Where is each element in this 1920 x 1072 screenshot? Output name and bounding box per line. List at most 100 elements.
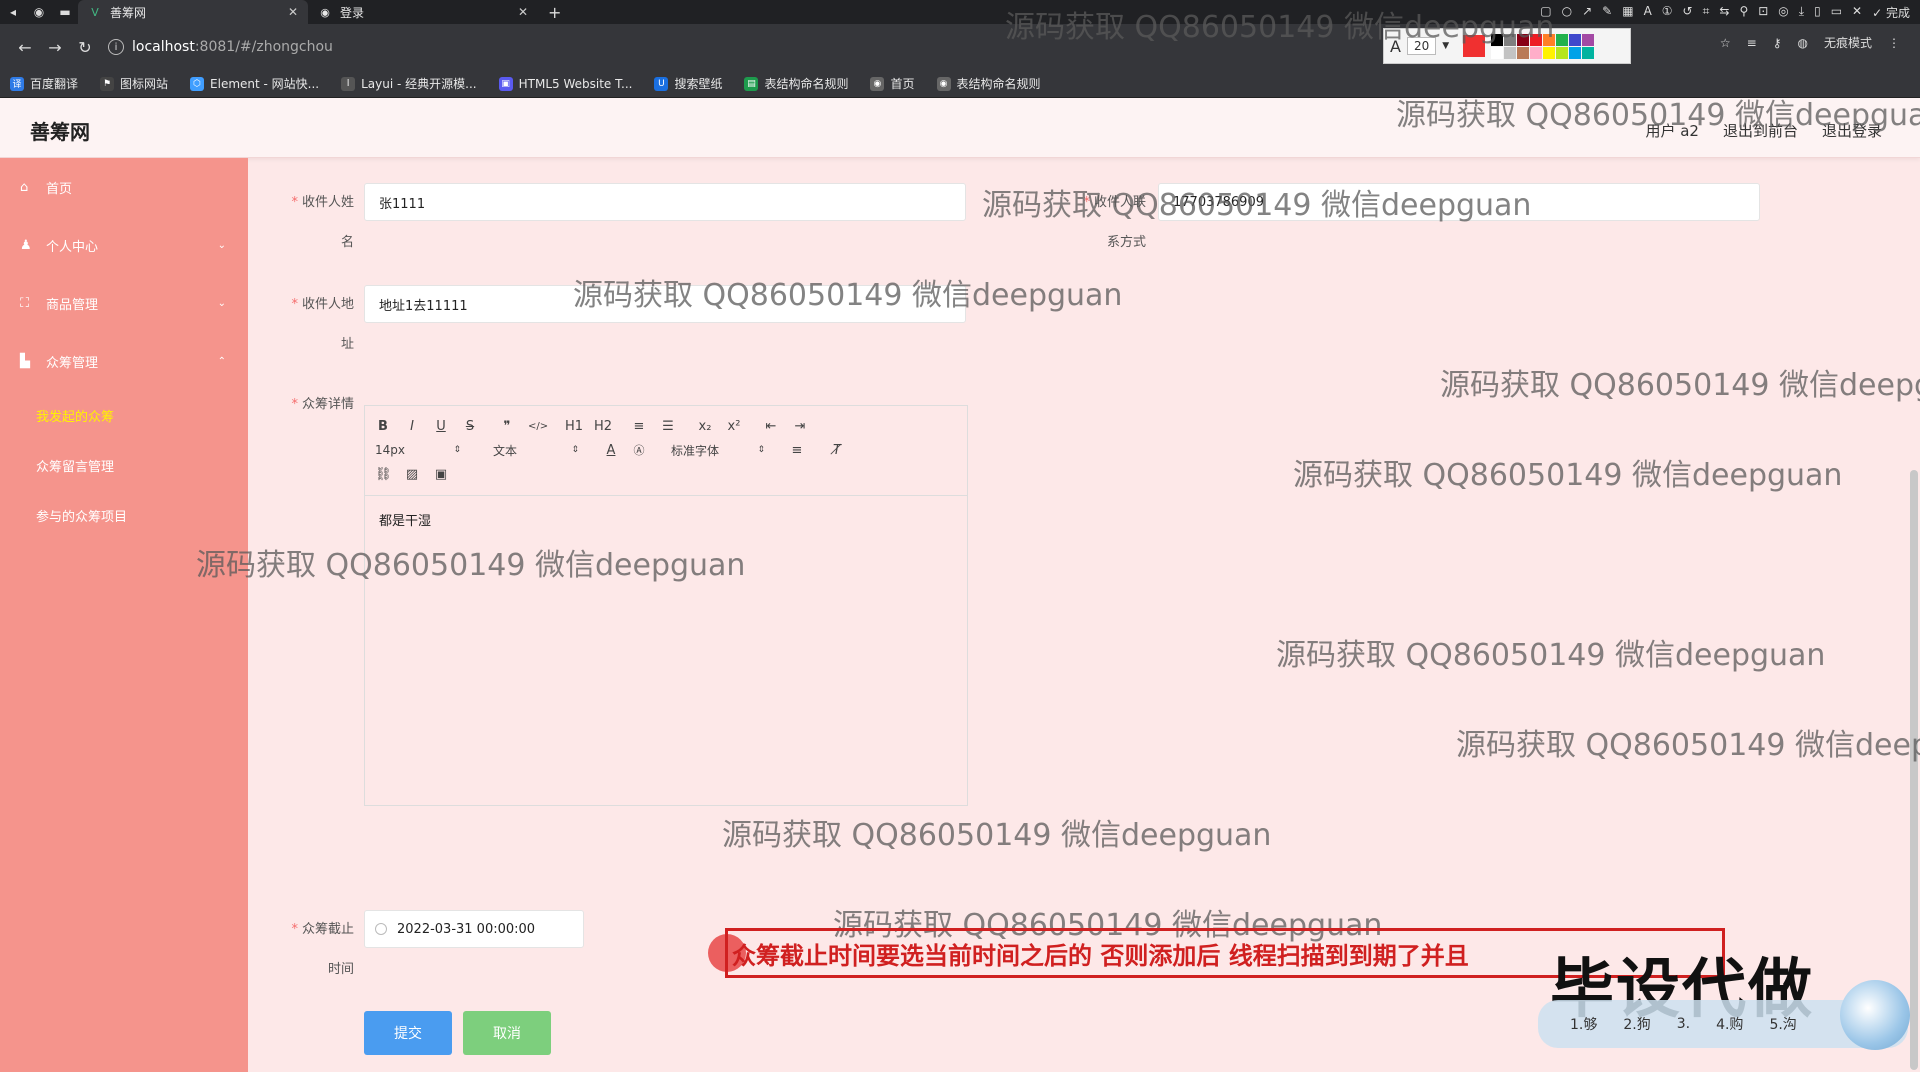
- align-icon[interactable]: ≡: [789, 443, 805, 458]
- circle-tool-icon[interactable]: ○: [1562, 4, 1572, 21]
- editor-content[interactable]: 都是干湿: [365, 496, 967, 543]
- image-icon[interactable]: ▨: [404, 467, 420, 482]
- background-color-icon[interactable]: Ⓐ: [631, 442, 647, 458]
- bookmark-item[interactable]: ⚑ 图标网站: [100, 75, 168, 92]
- page-scrollbar[interactable]: [1910, 470, 1918, 1070]
- bold-button[interactable]: B: [375, 419, 391, 434]
- done-button[interactable]: ✓ 完成: [1872, 4, 1910, 21]
- ime-candidate[interactable]: 2.狗: [1623, 1014, 1650, 1034]
- ime-candidate[interactable]: 1.够: [1570, 1014, 1597, 1034]
- crop-icon[interactable]: ⌗: [1703, 4, 1710, 21]
- number-tool-icon[interactable]: ①: [1662, 4, 1673, 21]
- italic-button[interactable]: I: [404, 419, 420, 434]
- tab-login[interactable]: ◉ 登录 ✕: [308, 0, 538, 24]
- bookmark-item[interactable]: ◉ 首页: [870, 75, 915, 92]
- info-icon[interactable]: i: [108, 39, 124, 55]
- contact-input[interactable]: 17703786909: [1158, 183, 1760, 221]
- header-2-button[interactable]: H2: [594, 419, 612, 434]
- font-family-select[interactable]: 标准字体 ⇕: [671, 442, 765, 459]
- undo-icon[interactable]: ↺: [1683, 4, 1693, 21]
- new-tab-icon[interactable]: +: [548, 3, 561, 22]
- bookmark-item[interactable]: l Layui - 经典开源模...: [341, 75, 477, 92]
- pin-icon[interactable]: ⚲: [1739, 4, 1748, 21]
- reload-icon[interactable]: ↻: [70, 38, 100, 57]
- ime-logo-icon: [1840, 980, 1910, 1050]
- sidebar-item-profile[interactable]: ♟ 个人中心 ⌄: [0, 216, 248, 274]
- code-block-button[interactable]: </>: [528, 421, 548, 432]
- video-icon[interactable]: ▣: [433, 467, 449, 482]
- bookmark-item[interactable]: ▣ HTML5 Website T...: [498, 76, 632, 91]
- close-icon[interactable]: ✕: [518, 5, 528, 19]
- back-icon[interactable]: ←: [10, 38, 40, 57]
- color-palette[interactable]: [1491, 33, 1595, 59]
- pen-tool-icon[interactable]: ✎: [1602, 4, 1612, 21]
- globe-icon[interactable]: ◉: [26, 0, 52, 24]
- sidebar-item-goods[interactable]: ⛶ 商品管理 ⌄: [0, 274, 248, 332]
- ime-candidate[interactable]: 3.: [1677, 1016, 1690, 1032]
- strike-button[interactable]: S: [462, 419, 478, 434]
- font-size-select[interactable]: 20: [1406, 37, 1437, 55]
- font-color-icon[interactable]: A: [603, 443, 619, 458]
- close-icon[interactable]: ✕: [1852, 4, 1862, 21]
- superscript-button[interactable]: x²: [726, 419, 742, 434]
- clear-format-icon[interactable]: T̸: [829, 443, 845, 458]
- mosaic-tool-icon[interactable]: ▦: [1622, 4, 1633, 21]
- bookmark-item[interactable]: ⬡ Element - 网站快...: [190, 75, 319, 92]
- deadline-datetime-picker[interactable]: 2022-03-31 00:00:00: [364, 910, 584, 948]
- bookmark-item[interactable]: ◉ 表结构命名规则: [936, 75, 1041, 92]
- arrow-tool-icon[interactable]: ↗: [1582, 4, 1592, 21]
- key-icon[interactable]: ⚷: [1773, 36, 1782, 50]
- menu-icon[interactable]: ⋮: [1888, 36, 1900, 50]
- forward-icon[interactable]: →: [40, 38, 70, 57]
- outdent-button[interactable]: ⇤: [763, 419, 779, 434]
- blockquote-button[interactable]: ❞: [499, 419, 515, 434]
- logout-link[interactable]: 退出登录: [1822, 120, 1882, 141]
- ordered-list-button[interactable]: ≡: [631, 419, 647, 434]
- ime-candidate[interactable]: 5.沟: [1769, 1014, 1796, 1034]
- font-size-select[interactable]: 14px ⇕: [375, 443, 461, 457]
- star-icon[interactable]: ☆: [1720, 36, 1731, 50]
- incognito-icon[interactable]: ◍: [1798, 36, 1808, 50]
- sidebar-item-home[interactable]: ⌂ 首页: [0, 158, 248, 216]
- text-tool-icon[interactable]: A: [1644, 4, 1652, 21]
- submit-button[interactable]: 提交: [364, 1011, 452, 1055]
- phone-icon[interactable]: ▯: [1814, 4, 1821, 21]
- save-icon[interactable]: ▭: [1831, 4, 1842, 21]
- current-color-swatch[interactable]: [1463, 35, 1486, 57]
- window-icon[interactable]: ▬: [52, 0, 78, 24]
- browser-actions: ☆ ≡ ⚷ ◍ 无痕模式 ⋮: [1720, 34, 1900, 51]
- chevron-down-icon[interactable]: ▼: [1442, 41, 1449, 51]
- ime-candidate[interactable]: 4.购: [1716, 1014, 1743, 1034]
- recipient-name-input[interactable]: 张1111: [364, 183, 966, 221]
- tab-shanchou[interactable]: V 善筹网 ✕: [78, 0, 308, 24]
- bullet-list-button[interactable]: ☰: [660, 419, 676, 434]
- rect-tool-icon[interactable]: ▢: [1540, 4, 1551, 21]
- sidebar-subitem-my-crowdfunding[interactable]: 我发起的众筹: [0, 390, 248, 440]
- app-logo[interactable]: 善筹网: [30, 116, 90, 145]
- record-icon[interactable]: ◎: [1778, 4, 1788, 21]
- cancel-button[interactable]: 取消: [463, 1011, 551, 1055]
- translate-icon[interactable]: ⇆: [1719, 4, 1729, 21]
- close-icon[interactable]: ✕: [288, 5, 298, 19]
- sidebar-subitem-messages[interactable]: 众筹留言管理: [0, 440, 248, 490]
- bookmark-item[interactable]: 译百度翻译: [10, 75, 78, 92]
- underline-button[interactable]: U: [433, 419, 449, 434]
- globe-icon: ◉: [320, 5, 330, 19]
- sidebar-item-crowdfunding[interactable]: ▙ 众筹管理 ⌃: [0, 332, 248, 390]
- subscript-button[interactable]: x₂: [697, 419, 713, 434]
- bookmark-item[interactable]: U 搜索壁纸: [654, 75, 722, 92]
- bookmark-item[interactable]: ▤ 表结构命名规则: [744, 75, 848, 92]
- reading-list-icon[interactable]: ≡: [1747, 36, 1757, 50]
- sidebar-subitem-joined[interactable]: 参与的众筹项目: [0, 490, 248, 540]
- link-icon[interactable]: ⛓: [375, 467, 392, 482]
- ocr-icon[interactable]: ⊡: [1758, 4, 1768, 21]
- speaker-icon[interactable]: ◂: [0, 0, 26, 24]
- indent-button[interactable]: ⇥: [792, 419, 808, 434]
- address-input[interactable]: 地址1去11111: [364, 285, 966, 323]
- download-icon[interactable]: ⤓: [1799, 4, 1804, 21]
- vue-icon: V: [91, 5, 99, 19]
- header-1-button[interactable]: H1: [565, 419, 583, 434]
- text-type-select[interactable]: 文本 ⇕: [493, 442, 579, 459]
- url-field[interactable]: i localhost:8081/#/zhongchou: [108, 32, 1368, 62]
- back-to-front-link[interactable]: 退出到前台: [1723, 120, 1798, 141]
